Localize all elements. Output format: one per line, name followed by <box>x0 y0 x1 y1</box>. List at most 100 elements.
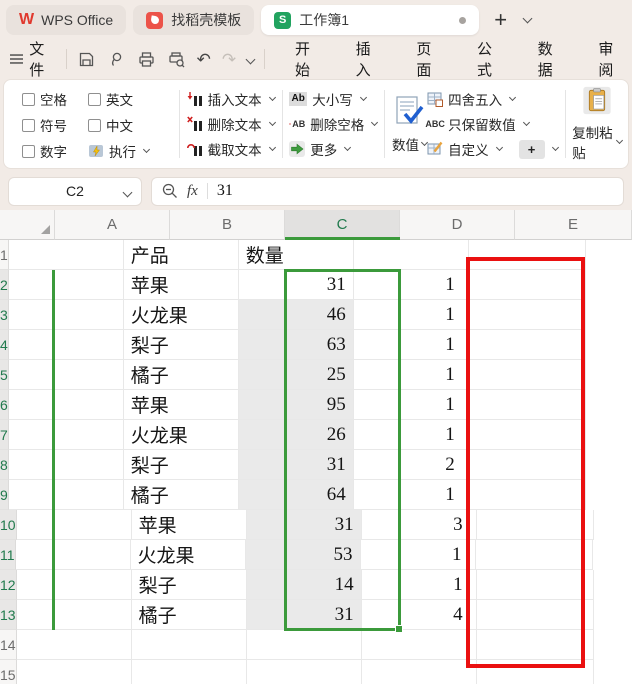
cell-D7[interactable]: 1 <box>354 420 469 450</box>
cell-D3[interactable]: 1 <box>354 300 469 330</box>
fx-icon[interactable]: fx <box>187 183 198 200</box>
column-header-A[interactable]: A <box>55 210 170 240</box>
undo-icon[interactable]: ↶ <box>197 51 211 68</box>
cell-D11[interactable]: 1 <box>361 540 476 570</box>
insert-text-button[interactable]: 插入文本 <box>187 86 275 111</box>
delete-text-button[interactable]: 删除文本 <box>187 111 275 136</box>
cell-A15[interactable] <box>17 660 132 684</box>
cell-B8[interactable]: 梨子 <box>124 450 239 480</box>
cell-B2[interactable]: 苹果 <box>124 270 239 300</box>
cell-C8[interactable]: 31 <box>239 450 354 480</box>
cell-E6[interactable] <box>469 390 586 420</box>
cell-B5[interactable]: 橘子 <box>124 360 239 390</box>
row-header-15[interactable]: 15 <box>0 660 17 684</box>
cell-C3[interactable]: 46 <box>239 300 354 330</box>
row-header-5[interactable]: 5 <box>0 360 9 390</box>
row-header-11[interactable]: 11 <box>0 540 16 570</box>
cell-E2[interactable] <box>469 270 586 300</box>
checkbox-icon[interactable] <box>88 119 101 132</box>
cell-C6[interactable]: 95 <box>239 390 354 420</box>
cell-C10[interactable]: 31 <box>247 510 362 540</box>
extract-text-button[interactable]: 截取文本 <box>187 137 275 162</box>
menu-item-page[interactable]: 页面 <box>416 38 440 80</box>
tab-wps-home[interactable]: W WPS Office <box>6 5 126 35</box>
checkbox-chinese[interactable]: 中文 <box>88 115 172 135</box>
menu-item-formula[interactable]: 公式 <box>477 38 501 80</box>
round-button[interactable]: 四舍五入 <box>427 86 558 111</box>
cell-D5[interactable]: 1 <box>354 360 469 390</box>
cell-B1[interactable]: 产品 <box>124 240 239 270</box>
cell-B10[interactable]: 苹果 <box>132 510 247 540</box>
custom-button[interactable]: 自定义 + <box>427 137 558 162</box>
cell-D2[interactable]: 1 <box>354 270 469 300</box>
add-rule-button[interactable]: + <box>519 140 545 159</box>
cell-A14[interactable] <box>17 630 132 660</box>
print-preview-icon[interactable] <box>167 50 186 69</box>
cell-A4[interactable] <box>9 330 124 360</box>
cell-B13[interactable]: 橘子 <box>132 600 247 630</box>
cell-A6[interactable] <box>9 390 124 420</box>
file-menu-button[interactable]: 文件 <box>10 38 56 80</box>
cell-D8[interactable]: 2 <box>354 450 469 480</box>
cell-E11[interactable] <box>476 540 593 570</box>
cell-E4[interactable] <box>469 330 586 360</box>
cell-A12[interactable] <box>17 570 132 600</box>
cell-E10[interactable] <box>477 510 594 540</box>
cell-C14[interactable] <box>247 630 362 660</box>
new-tab-button[interactable]: + <box>494 9 507 31</box>
cell-C7[interactable]: 26 <box>239 420 354 450</box>
cell-E13[interactable] <box>477 600 594 630</box>
column-header-D[interactable]: D <box>400 210 515 240</box>
cell-A13[interactable] <box>17 600 132 630</box>
print-icon[interactable] <box>137 50 156 69</box>
cell-C11[interactable]: 53 <box>246 540 361 570</box>
run-button[interactable]: 执行 <box>88 138 172 164</box>
cell-D12[interactable]: 1 <box>362 570 477 600</box>
row-header-8[interactable]: 8 <box>0 450 9 480</box>
cell-E3[interactable] <box>469 300 586 330</box>
row-header-2[interactable]: 2 <box>0 270 9 300</box>
cell-E14[interactable] <box>477 630 594 660</box>
tab-workbook1[interactable]: S 工作簿1 <box>261 5 479 35</box>
cell-C15[interactable] <box>247 660 362 684</box>
dropdown-chevron-icon[interactable] <box>552 144 559 151</box>
checkbox-space[interactable]: 空格 <box>22 89 88 109</box>
cell-E15[interactable] <box>477 660 594 684</box>
more-button[interactable]: 更多 <box>289 137 377 162</box>
cell-A5[interactable] <box>9 360 124 390</box>
checkbox-english[interactable]: 英文 <box>88 89 172 109</box>
cell-E7[interactable] <box>469 420 586 450</box>
cell-B4[interactable]: 梨子 <box>124 330 239 360</box>
cell-C9[interactable]: 64 <box>239 480 354 510</box>
row-header-3[interactable]: 3 <box>0 300 9 330</box>
checkbox-icon[interactable] <box>22 145 35 158</box>
cell-E8[interactable] <box>469 450 586 480</box>
cell-D13[interactable]: 4 <box>362 600 477 630</box>
row-header-1[interactable]: 1 <box>0 240 9 270</box>
cell-A1[interactable] <box>9 240 124 270</box>
cell-A11[interactable] <box>16 540 131 570</box>
cell-B7[interactable]: 火龙果 <box>124 420 239 450</box>
select-all-corner[interactable] <box>0 210 55 240</box>
case-button[interactable]: Ab 大小写 <box>289 86 377 111</box>
checkbox-icon[interactable] <box>22 119 35 132</box>
checkbox-digit[interactable]: 数字 <box>22 141 88 161</box>
column-header-B[interactable]: B <box>170 210 285 240</box>
cell-E9[interactable] <box>469 480 586 510</box>
copy-paste-button[interactable]: 复制粘贴 <box>572 86 622 162</box>
remove-space-button[interactable]: AB 删除空格 <box>289 111 377 136</box>
quick-access-chevron-icon[interactable] <box>246 54 256 64</box>
checkbox-icon[interactable] <box>88 93 101 106</box>
cell-B15[interactable] <box>132 660 247 684</box>
formula-input[interactable]: fx 31 <box>151 177 624 206</box>
cell-D4[interactable]: 1 <box>354 330 469 360</box>
cell-C1[interactable]: 数量 <box>239 240 354 270</box>
row-header-10[interactable]: 10 <box>0 510 17 540</box>
menu-item-home[interactable]: 开始 <box>295 38 319 80</box>
search-icon[interactable] <box>162 183 178 199</box>
numeric-value-button[interactable]: 数值 <box>392 86 427 162</box>
tab-list-chevron-icon[interactable] <box>523 14 533 24</box>
cell-D14[interactable] <box>362 630 477 660</box>
export-pdf-icon[interactable] <box>107 50 126 69</box>
cell-C4[interactable]: 63 <box>239 330 354 360</box>
